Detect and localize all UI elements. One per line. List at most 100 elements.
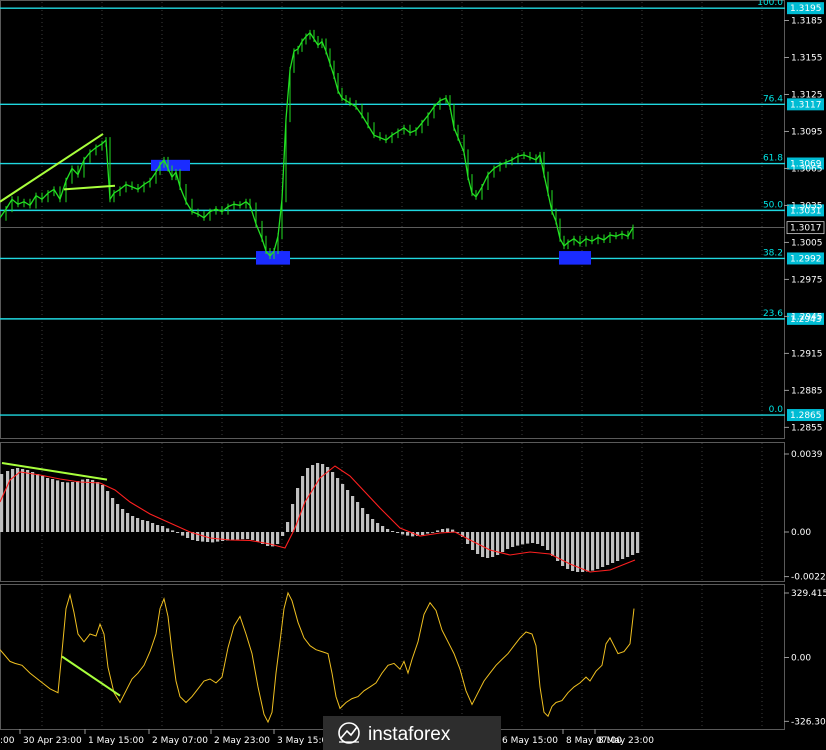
histogram-bar [116,504,120,532]
fib-level-label: 38.2 [763,248,783,258]
histogram-bar [516,532,520,546]
histogram-bar [86,479,90,532]
histogram-bar [246,532,250,539]
histogram-bar [46,478,50,532]
cci-axis: 329.4156 0.00 -326.308 [784,589,826,727]
histogram-bar [491,532,495,557]
histogram-bar [391,531,395,532]
histogram-bar [621,532,625,559]
histogram-bar [61,482,65,532]
oscillator-tick-label: 0.00 [791,528,811,538]
histogram-bar [521,532,525,545]
histogram-bar [71,482,75,532]
histogram-bar [136,518,140,532]
histogram-bar [36,474,40,532]
histogram-bar [361,508,365,532]
time-tick-label: 2 May 23:00 [214,736,270,746]
histogram-bar [396,532,400,533]
oscillator-pane: 0.0039 0.00 -0.00223 [0,442,826,583]
histogram-bar [51,479,55,532]
price-tick-label: 1.2885 [791,386,823,396]
cci-trendline [61,655,121,697]
histogram-bar [256,532,260,542]
histogram-bar [381,526,385,532]
histogram-bar [431,532,435,533]
histogram-bar [591,532,595,571]
price-tick-label: 1.2945 [791,312,823,322]
histogram-bar [406,532,410,536]
fib-level-label: 23.6 [763,309,783,319]
cci-pane: 329.4156 0.00 -326.308 [0,584,826,730]
histogram-bar [166,528,170,532]
fib-price-label: 1.2992 [790,254,822,264]
histogram-bar [186,532,190,538]
cci-tick-label: 329.4156 [791,589,826,599]
main-grid [41,2,763,437]
price-trendlines [0,133,116,203]
histogram-bar [101,485,105,532]
price-tick-label: 1.3095 [791,127,823,137]
price-trendline [63,184,116,191]
histogram-bar [601,532,605,567]
histogram-bar [66,482,70,532]
histogram-bar [241,532,245,540]
histogram-bar [236,532,240,540]
histogram-bar [356,502,360,532]
histogram-bar [281,532,285,536]
watermark: instaforex [323,716,501,750]
highlight-zone [559,251,591,265]
histogram-bar [616,532,620,561]
current-price-label: 1.3017 [790,224,822,234]
cci-tick-label: -326.308 [791,717,826,727]
time-tick-label: 2 May 07:00 [152,736,208,746]
histogram-bar [156,525,160,532]
histogram-bar [611,532,615,563]
cci-trendline-segment [61,655,121,697]
time-tick-label: :00 [0,736,15,746]
histogram-bar [606,532,610,565]
histogram-bar [511,532,515,547]
histogram-bar [96,482,100,532]
fibonacci-levels: 100.01.319576.41.311761.81.306950.01.303… [0,0,825,422]
oscillator-axis: 0.0039 0.00 -0.00223 [784,450,826,583]
histogram-bar [626,532,630,557]
fib-level-label: 76.4 [763,94,783,104]
histogram-bar [321,464,325,532]
fib-level-label: 100.0 [757,0,783,8]
main-pane: 100.01.319576.41.311761.81.306950.01.303… [0,0,825,439]
histogram-bar [106,491,110,532]
histogram-bar [421,532,425,535]
histogram-bar [121,509,125,532]
histogram-bar [351,496,355,532]
histogram-bar [436,530,440,532]
histogram-bar [326,467,330,532]
histogram-bar [531,532,535,543]
histogram-bar [636,532,640,553]
oscillator-grid [41,443,763,581]
time-tick-label: 6 May 15:00 [502,736,558,746]
price-line [0,31,634,258]
trading-chart: 100.01.319576.41.311761.81.306950.01.303… [0,0,826,750]
histogram-bar [631,532,635,555]
histogram-bar [481,532,485,557]
histogram-bar [596,532,600,569]
histogram-bar [211,532,215,543]
histogram-bar [76,481,80,532]
time-tick-label: 1 May 15:00 [88,736,144,746]
fib-price-label: 1.3117 [790,100,822,110]
histogram-bar [506,532,510,549]
histogram-bar [146,521,150,532]
histogram-bar [316,463,320,532]
watermark-brand: instaforex [368,724,451,745]
histogram-bar [231,532,235,540]
histogram-bar [181,532,185,536]
price-tick-label: 1.2915 [791,349,823,359]
price-tick-label: 1.3155 [791,53,823,63]
histogram-bar [581,532,585,572]
histogram-bar [536,532,540,544]
time-tick-label: 8 May 23:00 [598,736,654,746]
histogram-bar [41,476,45,532]
histogram-bar [586,532,590,572]
histogram-bar [346,490,350,532]
price-tick-label: 1.2975 [791,275,823,285]
